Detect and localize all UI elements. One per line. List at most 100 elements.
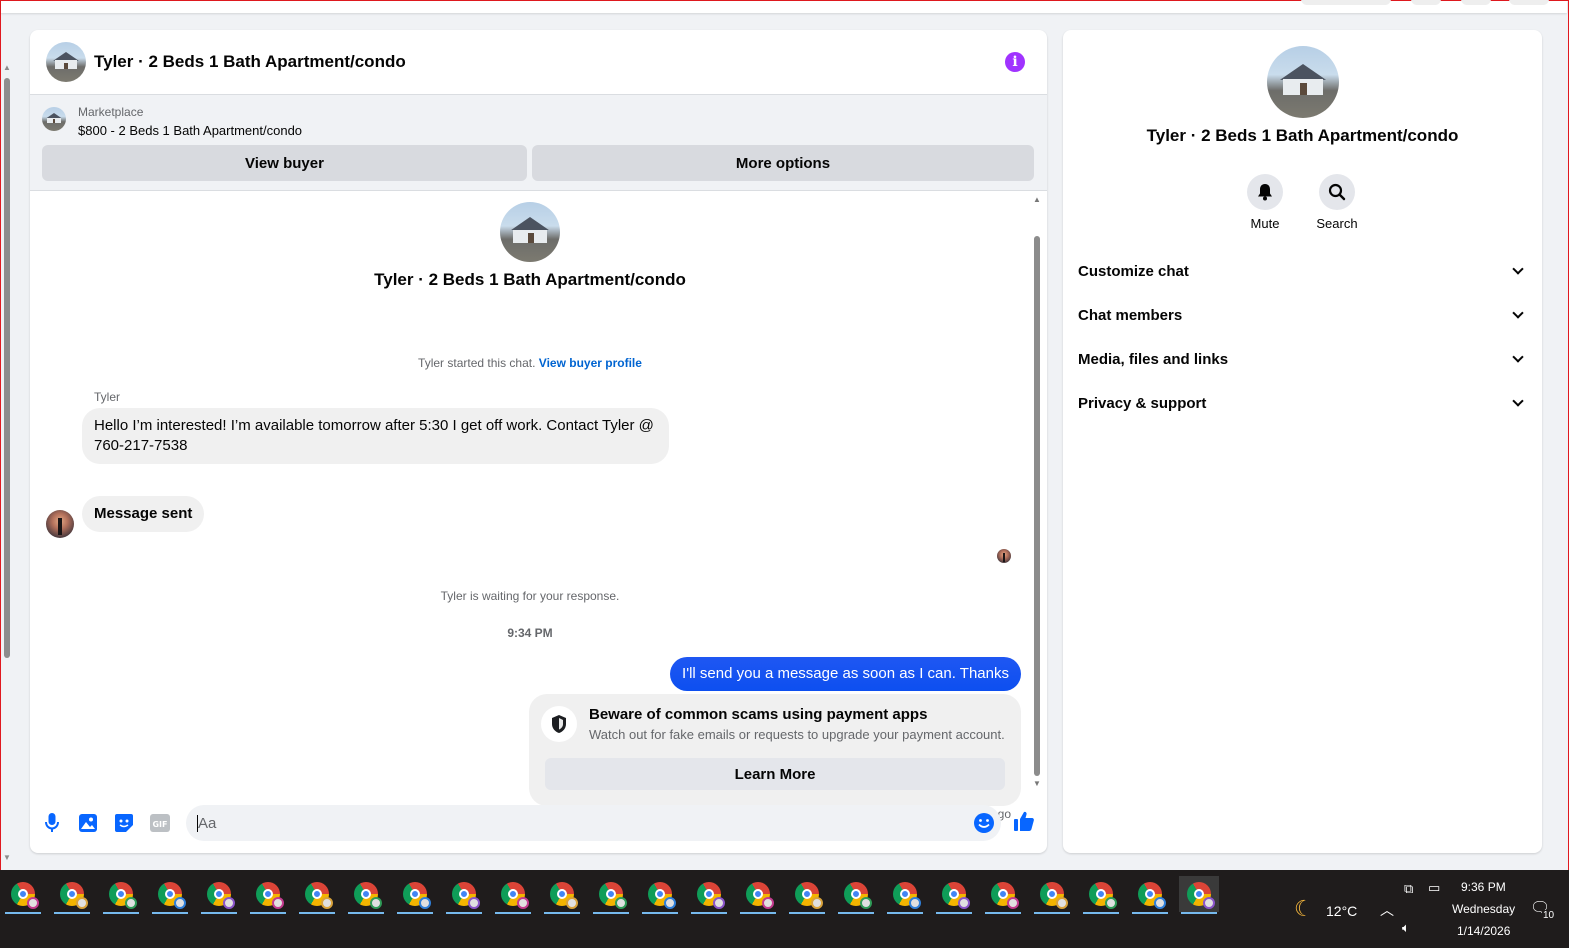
microphone-icon[interactable]	[41, 812, 63, 834]
taskbar-chrome-app[interactable]	[689, 876, 729, 914]
taskbar-chrome-app[interactable]	[738, 876, 778, 914]
details-title: Tyler · 2 Beds 1 Bath Apartment/condo	[1146, 126, 1459, 145]
chat-avatar[interactable]	[46, 42, 86, 82]
sticker-icon[interactable]	[113, 812, 135, 834]
taskbar-chrome-app[interactable]	[3, 876, 43, 914]
taskbar-chrome-app[interactable]	[542, 876, 582, 914]
scam-warning-card: Beware of common scams using payment app…	[529, 694, 1021, 806]
taskbar-chrome-app[interactable]	[395, 876, 435, 914]
taskbar-chrome-app[interactable]	[1081, 876, 1121, 914]
details-avatar[interactable]	[1267, 46, 1339, 118]
chrome-icon	[452, 882, 480, 909]
clock-date[interactable]: 1/14/2026	[1457, 924, 1510, 938]
waiting-notice: Tyler is waiting for your response.	[440, 589, 620, 603]
meet-now-icon[interactable]: ⧉	[1404, 881, 1413, 897]
chrome-icon	[648, 882, 676, 909]
taskbar-chrome-app[interactable]	[983, 876, 1023, 914]
info-icon[interactable]: i	[1005, 52, 1025, 72]
taskbar-chrome-app[interactable]	[101, 876, 141, 914]
learn-more-button[interactable]: Learn More	[545, 758, 1005, 790]
taskbar-chrome-app[interactable]	[1032, 876, 1072, 914]
chrome-icon	[501, 882, 529, 909]
top-strip-pill	[1411, 0, 1441, 5]
scroll-up-arrow[interactable]: ▲	[3, 64, 11, 72]
chrome-icon	[746, 882, 774, 909]
listing-thumbnail[interactable]	[42, 107, 66, 131]
clock-time[interactable]: 9:36 PM	[1461, 880, 1506, 894]
chat-title[interactable]: Tyler · 2 Beds 1 Bath Apartment/condo	[94, 52, 406, 72]
taskbar-chrome-app[interactable]	[150, 876, 190, 914]
view-buyer-profile-link[interactable]: View buyer profile	[539, 356, 642, 370]
chrome-icon	[991, 882, 1019, 909]
moon-icon[interactable]: ☾	[1294, 896, 1314, 922]
incoming-message[interactable]: Message sent	[82, 496, 205, 532]
message-timestamp: 9:34 PM	[507, 626, 553, 640]
taskbar-chrome-app[interactable]	[199, 876, 239, 914]
conversation-scrollbar[interactable]: ▲ ▼	[1031, 192, 1043, 790]
listing-title[interactable]: $800 - 2 Beds 1 Bath Apartment/condo	[78, 123, 302, 138]
chrome-icon	[893, 882, 921, 909]
taskbar-chrome-app[interactable]	[640, 876, 680, 914]
scroll-down-arrow[interactable]: ▼	[3, 854, 11, 862]
search-icon	[1319, 174, 1355, 210]
section-customize-chat[interactable]: Customize chat	[1078, 251, 1528, 291]
chrome-icon	[550, 882, 578, 909]
mute-label: Mute	[1250, 216, 1280, 231]
taskbar-chrome-app[interactable]	[591, 876, 631, 914]
taskbar-chrome-app[interactable]	[1179, 876, 1219, 914]
scam-warning-title: Beware of common scams using payment app…	[589, 706, 928, 723]
emoji-icon[interactable]	[973, 812, 995, 834]
weather-temperature[interactable]: 12°C	[1326, 903, 1357, 919]
taskbar-chrome-app[interactable]	[444, 876, 484, 914]
scroll-down-arrow[interactable]: ▼	[1033, 780, 1041, 788]
top-strip-pill	[1461, 0, 1491, 5]
taskbar-chrome-app[interactable]	[885, 876, 925, 914]
page-scroll-thumb[interactable]	[4, 78, 10, 658]
conversation-area: Tyler · 2 Beds 1 Bath Apartment/condo Ty…	[30, 192, 1047, 821]
chat-details-panel: Tyler · 2 Beds 1 Bath Apartment/condo Mu…	[1063, 30, 1542, 853]
volume-icon[interactable]: 🔈︎	[1402, 920, 1410, 936]
taskbar-chrome-app[interactable]	[248, 876, 288, 914]
taskbar-chrome-app[interactable]	[836, 876, 876, 914]
chat-header: Tyler · 2 Beds 1 Bath Apartment/condo i	[30, 30, 1047, 95]
more-options-button[interactable]: More options	[532, 145, 1034, 181]
conversation-scroll-thumb[interactable]	[1034, 236, 1040, 776]
chrome-icon	[403, 882, 431, 909]
outgoing-message[interactable]: I'll send you a message as soon as I can…	[670, 657, 1021, 691]
section-chat-members[interactable]: Chat members	[1078, 295, 1528, 335]
clock-day[interactable]: Wednesday	[1452, 902, 1515, 916]
page-scrollbar[interactable]: ▲ ▼	[1, 62, 13, 862]
chevron-down-icon	[1512, 395, 1524, 407]
chrome-icon	[1089, 882, 1117, 909]
top-strip-pill	[1509, 0, 1549, 5]
section-label: Media, files and links	[1078, 350, 1229, 368]
scroll-up-arrow[interactable]: ▲	[1033, 196, 1041, 204]
conversation-avatar[interactable]	[500, 202, 560, 262]
photo-icon[interactable]	[77, 812, 99, 834]
section-media-files-links[interactable]: Media, files and links	[1078, 339, 1528, 379]
message-input[interactable]	[186, 805, 1001, 841]
chevron-up-icon[interactable]: ︿	[1380, 900, 1394, 920]
chrome-icon	[697, 882, 725, 909]
network-icon[interactable]: ▭	[1428, 880, 1440, 896]
incoming-message[interactable]: Hello I’m interested! I’m available tomo…	[82, 408, 669, 464]
section-privacy-support[interactable]: Privacy & support	[1078, 383, 1528, 423]
chrome-icon	[207, 882, 235, 909]
chevron-down-icon	[1512, 263, 1524, 275]
chrome-icon	[844, 882, 872, 909]
taskbar-chrome-app[interactable]	[1130, 876, 1170, 914]
sender-avatar[interactable]	[46, 510, 74, 538]
thumbs-up-icon[interactable]	[1013, 810, 1035, 832]
chevron-down-icon	[1512, 351, 1524, 363]
taskbar-chrome-app[interactable]	[346, 876, 386, 914]
taskbar-chrome-app[interactable]	[297, 876, 337, 914]
browser-top-strip	[1, 0, 1567, 13]
gif-icon[interactable]: GIF	[149, 812, 171, 834]
view-buyer-button[interactable]: View buyer	[42, 145, 527, 181]
taskbar-chrome-app[interactable]	[934, 876, 974, 914]
taskbar-chrome-app[interactable]	[787, 876, 827, 914]
mute-button[interactable]: Mute	[1235, 174, 1295, 231]
taskbar-chrome-app[interactable]	[52, 876, 92, 914]
search-button[interactable]: Search	[1307, 174, 1367, 231]
taskbar-chrome-app[interactable]	[493, 876, 533, 914]
